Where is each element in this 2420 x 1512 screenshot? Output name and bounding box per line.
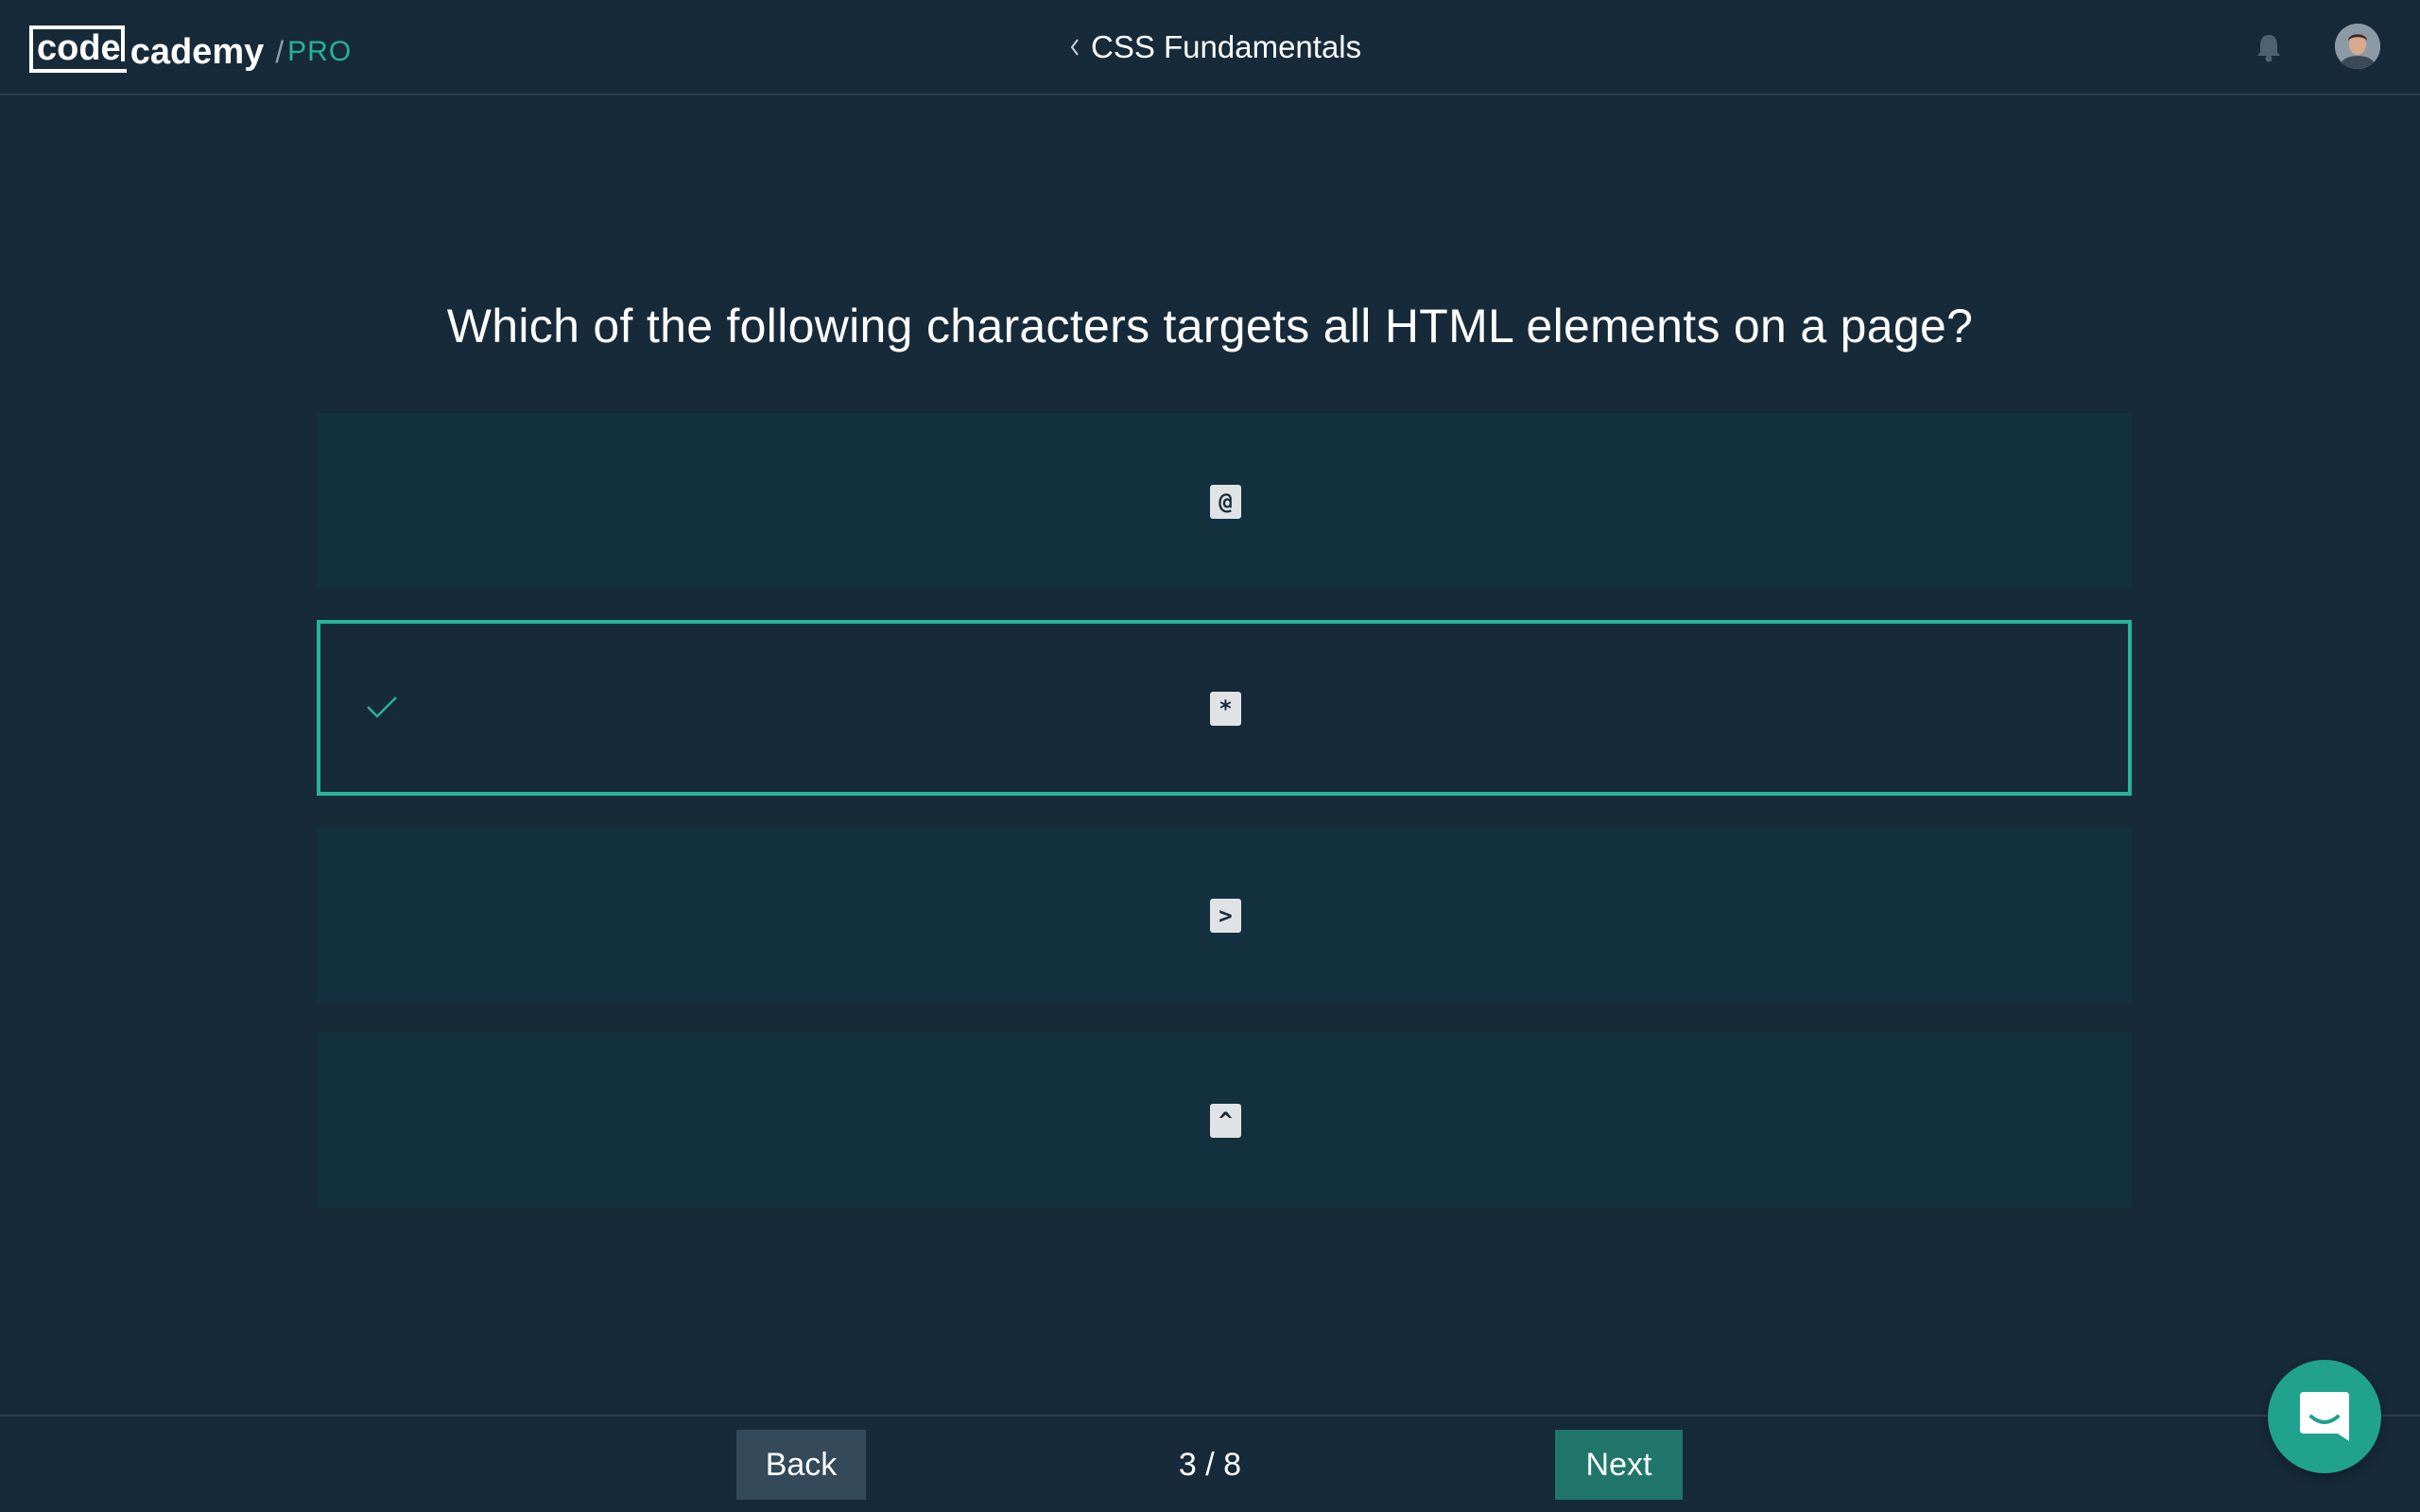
quiz-footer: Back 3 / 8 Next <box>0 1415 2420 1512</box>
answer-option-2-selected[interactable]: * <box>317 620 2132 796</box>
bell-icon[interactable] <box>2252 30 2286 64</box>
question-text: Which of the following characters target… <box>446 300 1974 352</box>
logo-pro-text: PRO <box>287 36 353 67</box>
logo-slash: / <box>275 35 285 69</box>
question-progress: 3 / 8 <box>1178 1446 1242 1483</box>
quiz-page: code cademy / PRO CSS Fundamentals Which… <box>0 0 2420 1512</box>
chat-bubble-icon <box>2300 1392 2349 1441</box>
chat-launcher-button[interactable] <box>2268 1360 2381 1473</box>
option-code: @ <box>1210 485 1241 519</box>
course-back-link[interactable]: CSS Fundamentals <box>1068 26 1361 68</box>
codecademy-pro-logo[interactable]: code cademy / PRO <box>29 24 352 73</box>
user-avatar[interactable] <box>2335 24 2380 69</box>
logo-cademy-text: cademy <box>130 32 265 72</box>
course-title: CSS Fundamentals <box>1091 29 1362 64</box>
answer-option-4[interactable]: ^ <box>317 1032 2132 1208</box>
top-header: code cademy / PRO CSS Fundamentals <box>0 0 2420 95</box>
chevron-left-icon <box>1070 39 1079 56</box>
back-button[interactable]: Back <box>736 1430 866 1500</box>
option-code: ^ <box>1210 1104 1241 1138</box>
avatar-image <box>2335 24 2380 69</box>
answer-option-3[interactable]: > <box>317 827 2132 1003</box>
option-code: > <box>1210 899 1241 933</box>
logo-code-box: code <box>29 26 127 73</box>
answer-option-1[interactable]: @ <box>317 413 2132 589</box>
option-code: * <box>1210 692 1241 726</box>
checkmark-icon <box>367 696 397 718</box>
next-button[interactable]: Next <box>1555 1430 1683 1500</box>
